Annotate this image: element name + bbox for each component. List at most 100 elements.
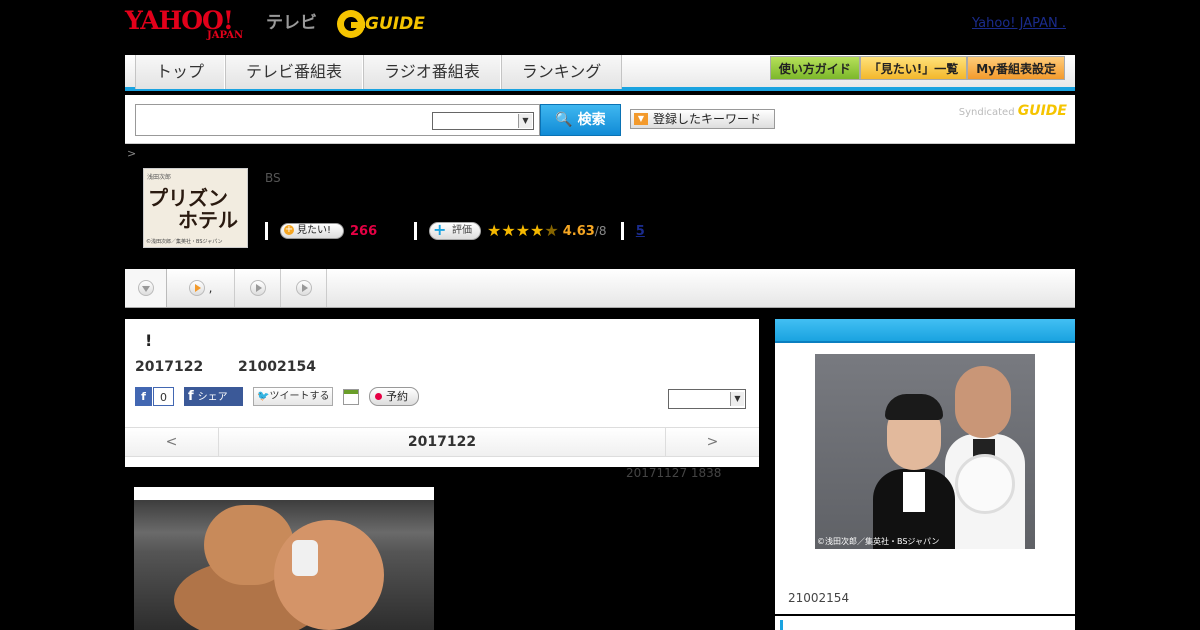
side-panel-next-section (775, 614, 1075, 630)
nav-tab-ranking[interactable]: ランキング (500, 55, 623, 89)
chevron-down-icon: ▼ (730, 392, 744, 406)
search-button[interactable]: 🔍 検索 (540, 104, 621, 136)
syndicated-gguide-text: GUIDE (1017, 103, 1067, 119)
twitter-icon: 🐦 (257, 391, 270, 402)
divider (620, 222, 624, 240)
nav-tab-radio-schedule[interactable]: ラジオ番組表 (363, 55, 501, 89)
next-date-button[interactable]: > (665, 428, 759, 456)
triangle-down-icon: ▼ (634, 113, 648, 125)
episode-select[interactable]: ▼ (668, 389, 746, 409)
episode-photo-frame (134, 487, 434, 630)
thumb-title-line1: プリズン (148, 186, 228, 210)
chevron-down-icon (137, 280, 154, 296)
photo-shape (955, 454, 1015, 514)
star-icon: ★ (515, 221, 531, 240)
subtab-2[interactable]: , (167, 269, 235, 307)
syndicated-text: Syndicated (958, 107, 1015, 118)
registered-keywords-button[interactable]: ▼ 登録したキーワード (630, 109, 775, 129)
cast-photo: ©浅田次郎／集英社・BSジャパン (795, 354, 1055, 549)
registered-keywords-label: 登録したキーワード (653, 112, 762, 126)
nav-tabs: トップ テレビ番組表 ラジオ番組表 ランキング (135, 55, 623, 89)
tweet-label: ツイートする (269, 391, 330, 402)
yahoo-japan-logo[interactable]: YAHOO! JAPAN (125, 6, 263, 42)
social-buttons: f 0 f シェア 🐦ツイートする 予約 (135, 387, 419, 406)
facebook-icon: f (135, 387, 153, 406)
divider (414, 222, 417, 240)
facebook-like-count: 0 (153, 387, 174, 406)
mitai-button[interactable]: 見たい! (280, 223, 344, 239)
side-panel: ©浅田次郎／集英社・BSジャパン 21002154 (775, 319, 1075, 630)
star-icon: ★ (544, 221, 559, 240)
subtab-expand[interactable] (125, 269, 167, 307)
cast-photo-copyright: ©浅田次郎／集英社・BSジャパン (817, 537, 940, 546)
photo-shape (274, 520, 384, 630)
calendar-add-icon[interactable] (343, 388, 359, 405)
program-subtabs: , (125, 269, 1075, 308)
rating-stars: ★ ★ ★ ★ ★ (487, 222, 559, 240)
chevron-down-icon: ▼ (518, 114, 532, 128)
episode-date: 2017122 (135, 359, 204, 375)
star-icon: ★ (501, 221, 516, 240)
yahoo-japan-text: JAPAN (207, 30, 244, 41)
search-button-label: 検索 (577, 112, 606, 128)
main-nav: トップ テレビ番組表 ラジオ番組表 ランキング 使い方ガイド 「見たい!」一覧 … (125, 55, 1075, 91)
tv-label: テレビ (266, 13, 317, 33)
date-navigation: < 2017122 > (125, 427, 759, 457)
prev-date-button[interactable]: < (125, 428, 219, 456)
rating-value: 4.63 (562, 223, 595, 239)
search-category-select[interactable]: ▼ (432, 112, 534, 130)
facebook-share-button[interactable]: f シェア (184, 387, 243, 406)
nav-tab-tv-schedule[interactable]: テレビ番組表 (225, 55, 364, 89)
syndicated-gguide-badge: Syndicated GUIDE (959, 103, 1067, 119)
thumb-caption: 浅田次郎 (147, 174, 172, 181)
usage-guide-button[interactable]: 使い方ガイド (769, 56, 860, 80)
nav-tab-top[interactable]: トップ (135, 55, 226, 89)
my-schedule-settings-button[interactable]: My番組表設定 (967, 56, 1065, 80)
play-icon (295, 280, 312, 296)
breadcrumb[interactable]: > (127, 147, 136, 160)
yahoo-japan-link[interactable]: Yahoo! JAPAN (972, 16, 1066, 31)
channel-label: BS (265, 171, 281, 185)
search-icon: 🔍 (555, 112, 573, 128)
thumb-copyright: ©浅田次郎／集英社・BSジャパン (146, 239, 223, 245)
program-stats: 見たい! 266 評価 ★★★★★ 4.63 /8 5 (265, 220, 645, 242)
subtab-2-label: , (208, 281, 213, 295)
search-bar: ▼ 🔍 検索 ▼ 登録したキーワード Syndicated GUIDE (125, 95, 1075, 144)
star-icon: ★ (530, 221, 545, 240)
episode-photo (134, 500, 434, 630)
rate-button[interactable]: 評価 (429, 222, 481, 240)
play-icon (249, 280, 266, 296)
nav-buttons: 使い方ガイド 「見たい!」一覧 My番組表設定 (769, 56, 1065, 80)
divider (265, 222, 268, 240)
subtab-3[interactable] (235, 269, 281, 307)
updated-timestamp: 20171127 1838 (626, 466, 722, 480)
thumb-title-line2: ホテル (178, 208, 238, 232)
mitai-list-button[interactable]: 「見たい!」一覧 (859, 56, 968, 80)
photo-shape (903, 472, 925, 512)
facebook-icon: f (188, 389, 194, 404)
rating-denominator: /8 (594, 224, 607, 238)
program-thumbnail: 浅田次郎 プリズン ホテル ©浅田次郎／集英社・BSジャパン (143, 168, 248, 248)
tweet-button[interactable]: 🐦ツイートする (253, 387, 333, 406)
facebook-share-label: シェア (197, 392, 228, 403)
reserve-button[interactable]: 予約 (369, 387, 419, 406)
episode-time: 21002154 (238, 359, 316, 375)
side-time: 21002154 (788, 591, 850, 605)
thumb-title: プリズン ホテル (148, 187, 238, 231)
mitai-count: 266 (350, 223, 378, 239)
side-panel-header (775, 319, 1075, 343)
star-icon: ★ (487, 221, 502, 240)
photo-shape (885, 394, 943, 420)
gguide-logo[interactable]: GUIDE (335, 8, 435, 40)
subtab-4[interactable] (281, 269, 327, 307)
episode-panel: ! 2017122 21002154 f 0 f シェア 🐦ツイートする 予約 ▼… (125, 319, 759, 467)
section-marker (780, 620, 783, 630)
photo-shape (955, 366, 1011, 438)
facebook-like-button[interactable]: f 0 (135, 387, 174, 406)
gguide-logo-text: GUIDE (365, 14, 425, 34)
episode-title: ! (145, 331, 153, 350)
comment-count-link[interactable]: 5 (636, 224, 645, 239)
play-icon (188, 280, 205, 296)
photo-shape (292, 540, 318, 576)
current-date: 2017122 (407, 434, 477, 450)
